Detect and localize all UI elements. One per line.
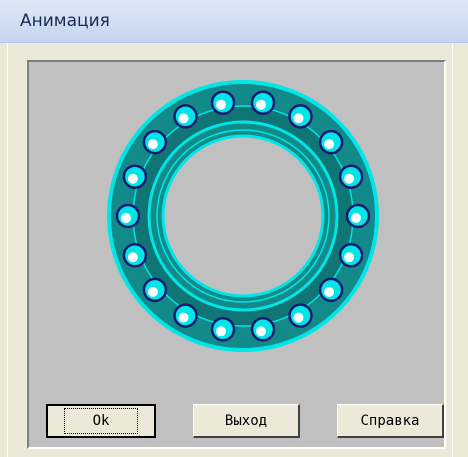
ok-button-label: Ok <box>63 408 139 434</box>
bearing-ball-highlight <box>344 173 355 184</box>
animation-dialog: Анимация Ok Выход Справка <box>0 0 468 457</box>
bearing-ball-highlight <box>344 252 355 263</box>
right-divider <box>452 43 453 457</box>
bearing-ball-highlight <box>127 173 138 184</box>
help-button-label: Справка <box>360 412 420 429</box>
exit-button-label: Выход <box>224 412 268 429</box>
help-button[interactable]: Справка <box>337 404 444 438</box>
animation-canvas <box>27 60 446 449</box>
window-title: Анимация <box>20 11 110 31</box>
bearing-ball-highlight <box>147 286 158 297</box>
bearing-ball-highlight <box>293 113 304 124</box>
bearing-ball-highlight <box>351 213 361 223</box>
bearing-animation <box>107 80 379 352</box>
bearing-ball-highlight <box>147 139 158 150</box>
left-divider <box>7 43 8 457</box>
bearing-ball-highlight <box>127 252 138 263</box>
bearing-ball-highlight <box>324 139 335 150</box>
bearing-ball-highlight <box>178 113 189 124</box>
bearing-icon <box>107 80 379 352</box>
bearing-bore <box>161 134 325 298</box>
bearing-ball-highlight <box>256 99 266 110</box>
bearing-ball-highlight <box>216 326 226 337</box>
bearing-ball-highlight <box>324 286 335 297</box>
window-titlebar[interactable]: Анимация <box>0 0 468 43</box>
exit-button[interactable]: Выход <box>193 404 300 438</box>
bearing-ball-highlight <box>293 312 304 323</box>
bearing-ball-highlight <box>216 99 226 110</box>
ok-button[interactable]: Ok <box>46 404 156 438</box>
bearing-ball-highlight <box>121 213 131 223</box>
bearing-ball-highlight <box>256 326 266 337</box>
bearing-ball-highlight <box>178 312 189 323</box>
